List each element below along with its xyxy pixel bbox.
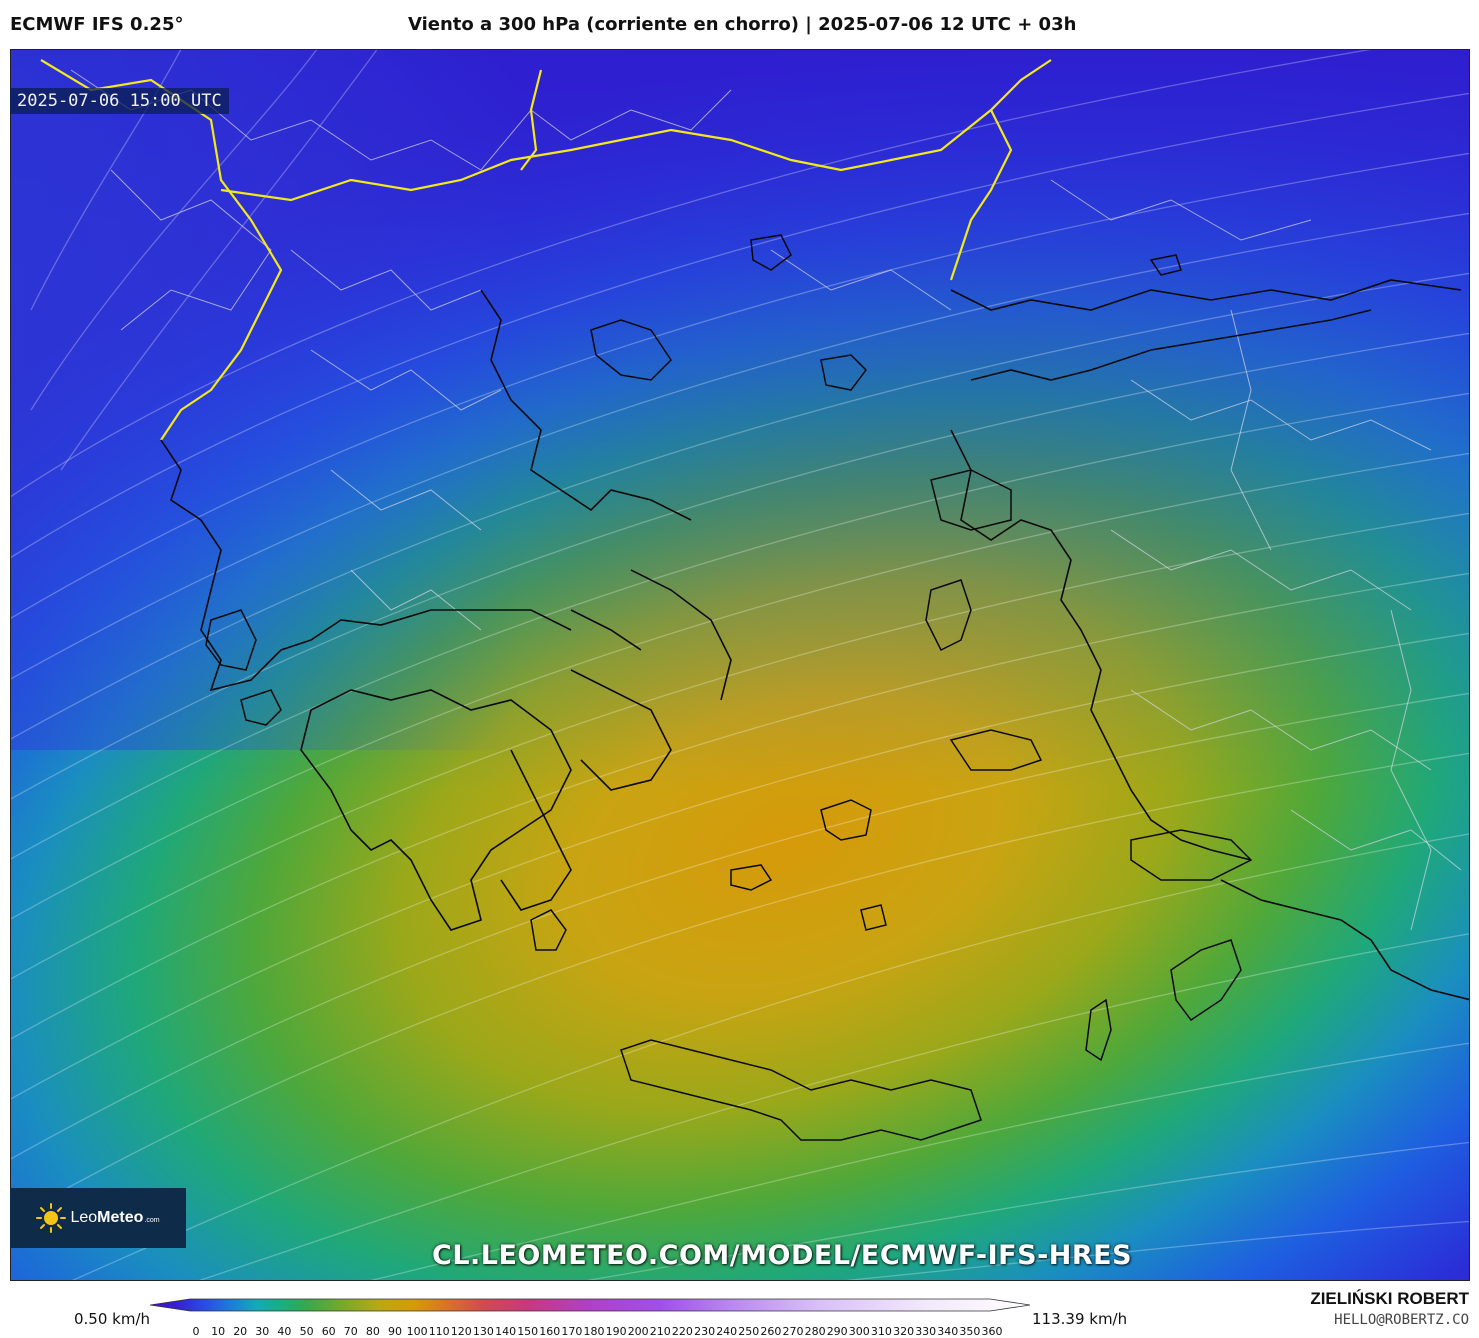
colorbar-tick-330: 330 [915,1325,936,1338]
model-title: ECMWF IFS 0.25° [10,14,184,35]
colorbar-tick-130: 130 [473,1325,494,1338]
colorbar-tick-120: 120 [451,1325,472,1338]
colorbar-tick-320: 320 [893,1325,914,1338]
colorbar-tick-150: 150 [517,1325,538,1338]
logo-text: LeoMeteo.com [70,1209,159,1227]
source-url[interactable]: CL.LEOMETEO.COM/MODEL/ECMWF-IFS-HRES [432,1240,1132,1271]
colorbar-tick-70: 70 [344,1325,358,1338]
author-name: ZIELIŃSKI ROBERT [1310,1289,1469,1308]
colorbar-tick-240: 240 [716,1325,737,1338]
logo-bold: Meteo [97,1209,144,1226]
colorbar-tick-140: 140 [495,1325,516,1338]
colorbar-min-label: 0.50 km/h [74,1310,151,1328]
colorbar-tick-210: 210 [650,1325,671,1338]
leometeo-logo[interactable]: LeoMeteo.com [10,1188,186,1248]
colorbar-tick-20: 20 [233,1325,247,1338]
colorbar-tick-100: 100 [407,1325,428,1338]
sun-icon [36,1203,67,1233]
valid-time-label: 2025-07-06 15:00 UTC [10,88,229,114]
colorbar-tick-360: 360 [982,1325,1003,1338]
map-title: Viento a 300 hPa (corriente en chorro) |… [408,14,1077,35]
colorbar-tick-40: 40 [277,1325,291,1338]
colorbar-tick-200: 200 [628,1325,649,1338]
author-email[interactable]: HELLO@ROBERTZ.CO [1334,1312,1469,1328]
colorbar-tick-300: 300 [849,1325,870,1338]
colorbar-tick-230: 230 [694,1325,715,1338]
colorbar-tick-90: 90 [388,1325,402,1338]
colorbar-tick-160: 160 [539,1325,560,1338]
colorbar-ramp [150,1298,1031,1312]
colorbar-tick-350: 350 [959,1325,980,1338]
colorbar-tick-170: 170 [561,1325,582,1338]
colorbar-tick-190: 190 [606,1325,627,1338]
colorbar-tick-280: 280 [805,1325,826,1338]
colorbar-max-label: 113.39 km/h [1032,1310,1128,1328]
colorbar-tick-270: 270 [783,1325,804,1338]
colorbar-tick-0: 0 [193,1325,200,1338]
colorbar-ticks: 0 10 20 30 40 50 60 70 80 90 100 110 120 130 140 150 160… [193,1325,1003,1338]
colorbar-tick-180: 180 [584,1325,605,1338]
colorbar-tick-30: 30 [255,1325,269,1338]
colorbar-tick-290: 290 [827,1325,848,1338]
colorbar-tick-250: 250 [738,1325,759,1338]
colorbar-tick-340: 340 [937,1325,958,1338]
colorbar-tick-310: 310 [871,1325,892,1338]
colorbar-tick-110: 110 [429,1325,450,1338]
colorbar-tick-60: 60 [322,1325,336,1338]
logo-suffix: .com [144,1217,160,1224]
colorbar-tick-10: 10 [211,1325,225,1338]
colorbar-tick-50: 50 [300,1325,314,1338]
colorbar-tick-260: 260 [760,1325,781,1338]
wind-field-svg [11,50,1469,1280]
colorbar-tick-220: 220 [672,1325,693,1338]
colorbar: 0 10 20 30 40 50 60 70 80 90 100 110 120 130 140 150 160… [150,1298,1031,1338]
colorbar-tick-80: 80 [366,1325,380,1338]
wind-map[interactable] [10,49,1470,1281]
logo-name: Leo [70,1209,98,1226]
